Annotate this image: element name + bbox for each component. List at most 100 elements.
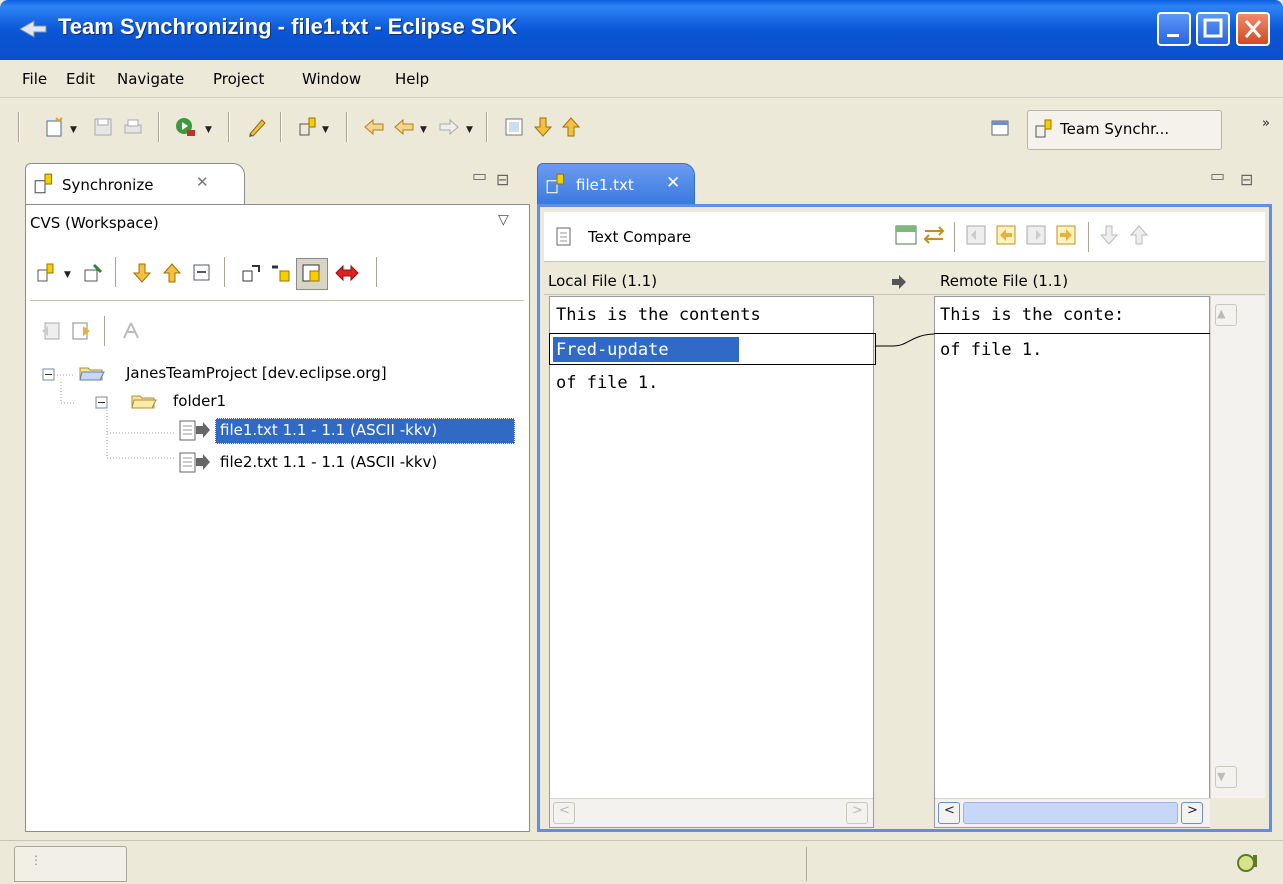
run-icon[interactable]	[175, 116, 197, 138]
menu-edit[interactable]: Edit	[66, 70, 95, 88]
chevron-down-icon[interactable]: ▼	[70, 125, 77, 135]
scroll-thumb[interactable]	[963, 802, 1178, 824]
synchronize-icon[interactable]	[298, 116, 320, 138]
local-line-2[interactable]: Fred-update	[556, 340, 669, 360]
layout-icon[interactable]	[894, 223, 918, 247]
remote-line-2: of file 1.	[940, 340, 1043, 360]
remote-file-header: Remote File (1.1)	[940, 272, 1069, 290]
local-h-scrollbar[interactable]	[550, 798, 873, 827]
close-icon[interactable]: ✕	[666, 173, 680, 193]
remote-h-scrollbar[interactable]	[935, 798, 1210, 827]
toolbar-separator	[486, 112, 488, 142]
minimize-icon	[1167, 34, 1179, 37]
title-bar: Team Synchronizing - file1.txt - Eclipse…	[0, 0, 1283, 60]
toolbar-separator	[280, 112, 282, 142]
chevron-right-icon: >	[852, 803, 863, 818]
more-perspectives-icon[interactable]: »	[1262, 116, 1270, 131]
print-icon[interactable]	[122, 116, 144, 138]
chevron-down-icon[interactable]: ▼	[420, 125, 427, 135]
remote-v-scrollbar[interactable]	[1210, 296, 1265, 798]
arrow-up-icon[interactable]	[161, 261, 183, 285]
switch-sides-icon[interactable]	[922, 223, 946, 247]
menu-navigate[interactable]: Navigate	[117, 70, 184, 88]
new-icon[interactable]	[44, 116, 66, 138]
chevron-left-icon: <	[559, 803, 570, 818]
maximize-view-icon[interactable]: ⊟	[1240, 170, 1253, 189]
local-line-1: This is the contents	[556, 305, 761, 325]
remote-text-pane[interactable]	[934, 296, 1210, 828]
chevron-down-icon[interactable]: ▼	[205, 125, 212, 135]
copy-right-icon[interactable]	[1054, 223, 1078, 247]
chevron-down-icon[interactable]: ▼	[322, 125, 329, 135]
toolbar-separator	[376, 257, 378, 287]
open-perspective-icon[interactable]	[990, 116, 1012, 138]
arrow-down-icon[interactable]	[532, 116, 554, 138]
synchronize-icon[interactable]	[36, 262, 58, 284]
maximize-button[interactable]	[1196, 12, 1230, 46]
pen-icon[interactable]	[246, 116, 268, 138]
menu-file[interactable]: File	[22, 70, 47, 88]
minimize-view-icon[interactable]: ▭	[1210, 166, 1225, 185]
next-difference-icon[interactable]	[1098, 223, 1120, 247]
toolbar-separator	[115, 257, 117, 287]
copy-all-left-icon[interactable]	[964, 223, 988, 247]
tree-item-file1[interactable]: file1.txt 1.1 - 1.1 (ASCII -kkv)	[220, 421, 437, 439]
menu-window[interactable]: Window	[302, 70, 361, 88]
close-icon	[1244, 20, 1262, 38]
menu-help[interactable]: Help	[395, 70, 429, 88]
chevron-right-icon: >	[1187, 803, 1198, 818]
both-mode-icon	[302, 264, 320, 282]
tree-item-folder[interactable]: folder1	[173, 392, 226, 410]
next-icon[interactable]	[70, 320, 92, 342]
remote-line-1: This is the conte:	[940, 305, 1125, 325]
perspective-label: Team Synchr...	[1060, 120, 1170, 138]
maximize-view-icon[interactable]: ⊟	[496, 170, 509, 189]
minimize-view-icon[interactable]: ▭	[472, 166, 487, 185]
minimize-button[interactable]	[1157, 12, 1191, 46]
file-incoming-icon	[179, 420, 210, 441]
tree-item-project[interactable]: JanesTeamProject [dev.eclipse.org]	[126, 364, 387, 382]
close-button[interactable]	[1236, 12, 1270, 46]
arrow-up-icon[interactable]	[560, 116, 582, 138]
outgoing-mode-icon[interactable]	[270, 262, 292, 284]
copy-left-icon[interactable]	[994, 223, 1018, 247]
copy-all-right-icon[interactable]	[1024, 223, 1048, 247]
show-changes-icon[interactable]	[120, 320, 142, 342]
local-file-header: Local File (1.1)	[548, 272, 658, 290]
next-change-icon[interactable]	[503, 116, 525, 138]
arrow-right-icon	[892, 275, 906, 289]
compare-title: Text Compare	[588, 228, 692, 246]
diff-connector-lines	[876, 333, 936, 347]
incoming-mode-icon[interactable]	[240, 262, 262, 284]
save-icon[interactable]	[92, 116, 114, 138]
project-folder-icon	[79, 367, 105, 381]
document-icon	[556, 227, 571, 246]
chevron-down-icon[interactable]: ▼	[64, 270, 71, 280]
chevron-up-icon: ▲	[1217, 307, 1226, 320]
toolbar-separator	[158, 112, 160, 142]
menu-project[interactable]: Project	[213, 70, 264, 88]
close-icon[interactable]: ✕	[196, 173, 209, 191]
diff-marker-right	[934, 333, 1210, 334]
previous-icon[interactable]	[40, 320, 62, 342]
diff-connector	[876, 296, 934, 828]
tree-item-file2[interactable]: file2.txt 1.1 - 1.1 (ASCII -kkv)	[220, 453, 437, 471]
forward-arrow-icon[interactable]	[438, 116, 460, 138]
commit-icon[interactable]	[82, 262, 104, 284]
toolbar-separator	[18, 112, 20, 142]
progress-icon[interactable]	[1236, 851, 1262, 875]
status-divider	[806, 847, 807, 881]
arrow-down-icon[interactable]	[131, 261, 153, 285]
last-edit-icon[interactable]	[363, 116, 385, 138]
conflicts-mode-icon[interactable]	[334, 262, 360, 284]
view-menu-icon[interactable]: ▽	[498, 212, 509, 228]
previous-difference-icon[interactable]	[1128, 223, 1150, 247]
divider	[30, 300, 524, 301]
back-arrow-icon[interactable]	[393, 116, 415, 138]
eclipse-icon	[18, 20, 47, 38]
toolbar-separator	[228, 112, 230, 142]
synchronize-icon	[1035, 119, 1052, 138]
chevron-down-icon[interactable]: ▼	[466, 125, 473, 135]
synchronize-tab-label: Synchronize	[62, 176, 154, 194]
collapse-all-icon[interactable]	[191, 262, 213, 284]
